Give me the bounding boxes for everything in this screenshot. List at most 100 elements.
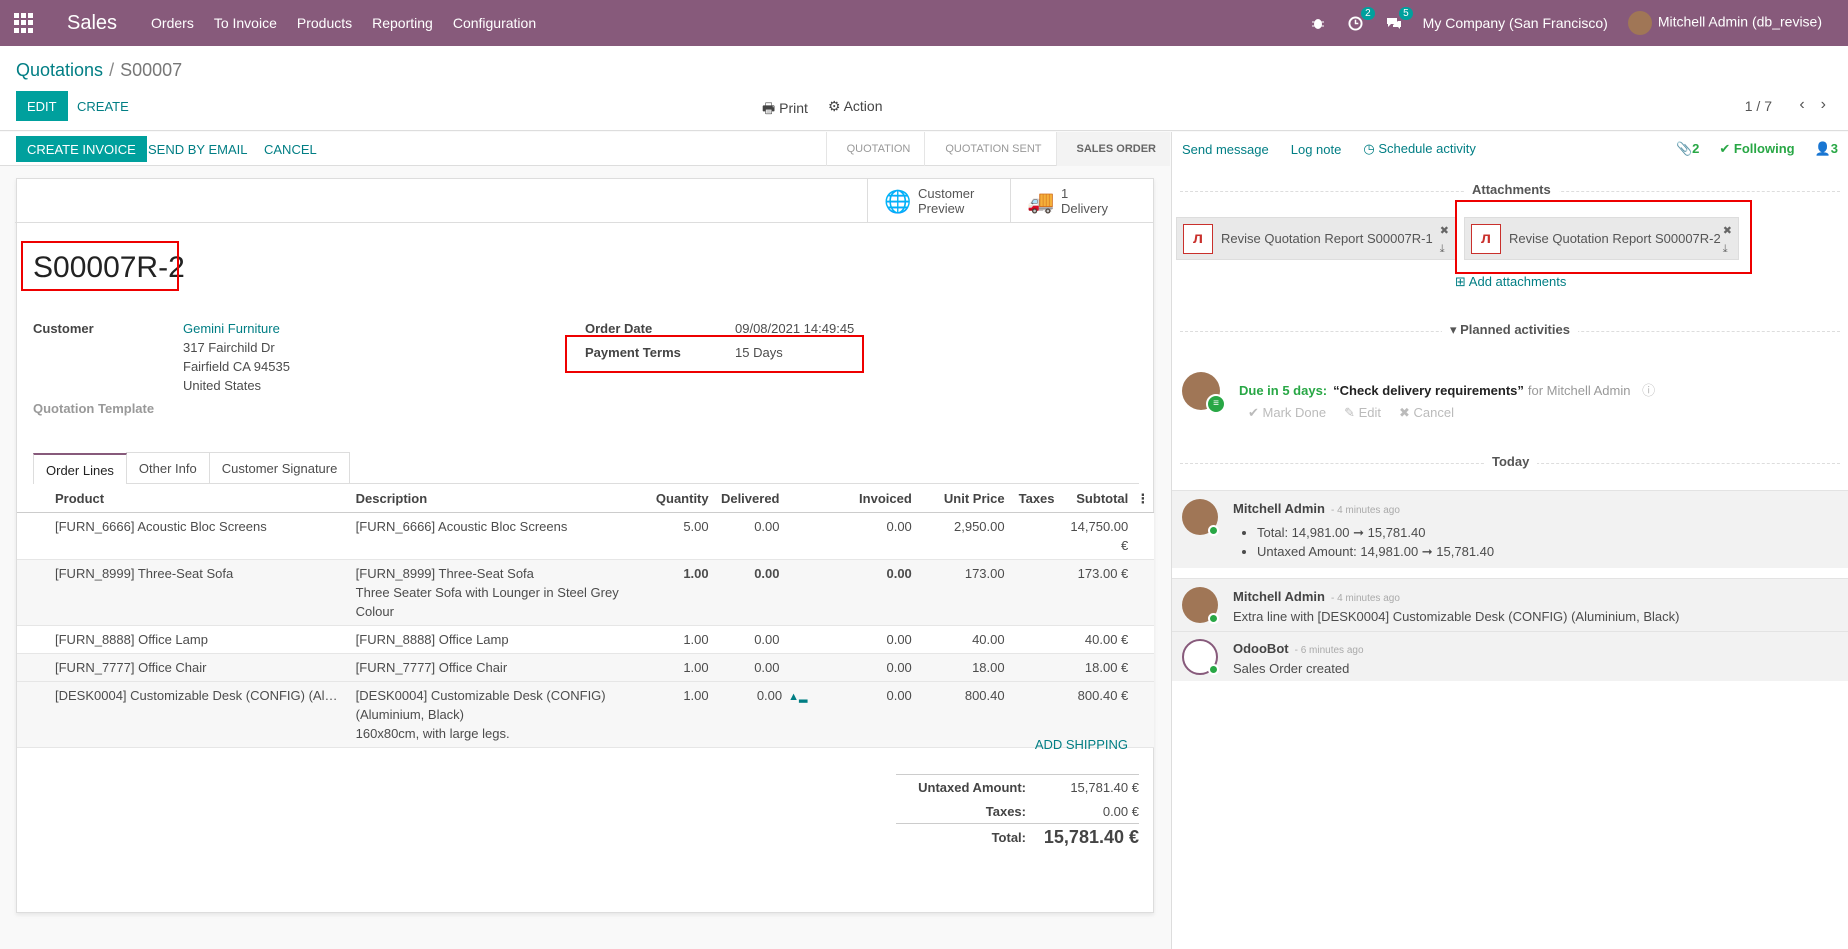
table-row[interactable]: [FURN_6666] Acoustic Bloc Screens [FURN_… [17, 512, 1154, 560]
log-note-button[interactable]: Log note [1291, 142, 1342, 157]
row-description-line2: (Aluminium, Black) [355, 706, 465, 722]
activity-summary: “Check delivery requirements” [1333, 383, 1524, 398]
pager-next-icon[interactable]: › [1821, 96, 1826, 114]
print-menu[interactable]: 🖶 Print [762, 98, 808, 122]
schedule-activity-button[interactable]: ◷ Schedule activity [1363, 141, 1476, 157]
activity-clock-icon[interactable]: 2 [1347, 7, 1375, 32]
row-product: [FURN_8888] Office Lamp [17, 625, 352, 654]
action-menu[interactable]: ⚙ Action [828, 98, 883, 122]
create-button[interactable]: CREATE [77, 91, 129, 121]
row-delivered: 0.00 [712, 653, 808, 682]
row-description-line1: [FURN_8888] Office Lamp [355, 631, 509, 647]
col-subtotal[interactable]: Subtotal [1060, 486, 1133, 513]
row-product: [FURN_7777] Office Chair [17, 653, 352, 682]
attachment-count-button[interactable]: 📎2 [1676, 141, 1699, 157]
table-row[interactable]: [FURN_7777] Office Chair [FURN_7777] Off… [17, 653, 1154, 682]
menu-to-invoice[interactable]: To Invoice [214, 15, 277, 31]
customer-preview-button[interactable]: 🌐 Customer Preview [867, 179, 1010, 223]
cancel-order-button[interactable]: CANCEL [264, 136, 317, 162]
print-label: Print [779, 100, 808, 116]
col-product[interactable]: Product [17, 486, 352, 513]
pager-previous-icon[interactable]: ‹ [1799, 96, 1804, 114]
cancel-activity-button[interactable]: ✖ Cancel [1399, 405, 1454, 421]
attachment-count: 2 [1692, 141, 1700, 156]
add-attachments-button[interactable]: ⊞ Add attachments [1455, 274, 1566, 290]
chatter-followers: 📎2 ✔ Following 👤3 [1676, 141, 1838, 157]
edit-activity-button[interactable]: ✎ Edit [1344, 405, 1381, 421]
mark-done-button[interactable]: ✔ Mark Done [1248, 405, 1326, 421]
column-options-icon[interactable]: ⋮ [1132, 486, 1154, 513]
messages-chat-icon[interactable]: 5 [1385, 7, 1413, 32]
tab-order-lines[interactable]: Order Lines [33, 453, 127, 484]
row-unit-price: 173.00 [915, 559, 1009, 626]
order-lines-table: Product Description Quantity Delivered I… [17, 486, 1154, 748]
delivery-button[interactable]: 🚚 1 Delivery [1010, 179, 1153, 223]
breadcrumb-quotations[interactable]: Quotations [16, 60, 103, 80]
edit-button[interactable]: EDIT [16, 91, 68, 121]
menu-reporting[interactable]: Reporting [372, 15, 433, 31]
pager-value[interactable]: 1 / 7 [1745, 98, 1772, 114]
customer-link[interactable]: Gemini Furniture [183, 319, 280, 338]
tab-customer-signature[interactable]: Customer Signature [208, 452, 351, 483]
activity-due: Due in 5 days: [1239, 383, 1328, 398]
delete-attachment-icon[interactable]: ✖ [1440, 224, 1449, 237]
apps-menu-icon[interactable] [14, 13, 34, 33]
message-author-name: Mitchell Admin [1233, 589, 1325, 604]
col-delivered[interactable]: Delivered [712, 486, 808, 513]
message-author[interactable]: Mitchell Admin - 4 minutes ago [1233, 501, 1400, 516]
user-menu[interactable]: Mitchell Admin (db_revise) [1627, 11, 1822, 35]
message-author[interactable]: Mitchell Admin - 4 minutes ago [1233, 589, 1400, 604]
stage-quotation-sent[interactable]: QUOTATION SENT [924, 132, 1055, 166]
following-button[interactable]: ✔ Following [1719, 141, 1794, 157]
row-delivered: 0.00 ▲▂ [712, 681, 808, 748]
message-body: Extra line with [DESK0004] Customizable … [1233, 609, 1680, 624]
col-taxes[interactable]: Taxes [1008, 486, 1061, 513]
customer-address-line2: Fairfield CA 94535 [183, 359, 290, 374]
activity-summary-line: Due in 5 days: “Check delivery requiremen… [1239, 380, 1655, 399]
create-invoice-button[interactable]: CREATE INVOICE [16, 136, 147, 162]
menu-configuration[interactable]: Configuration [453, 15, 536, 31]
col-invoiced[interactable]: Invoiced [807, 486, 916, 513]
plus-square-icon: ⊞ [1455, 274, 1469, 289]
col-quantity[interactable]: Quantity [640, 486, 713, 513]
menu-products[interactable]: Products [297, 15, 352, 31]
col-description[interactable]: Description [351, 486, 641, 513]
stage-sales-order[interactable]: SALES ORDER [1055, 132, 1170, 166]
tab-other-info[interactable]: Other Info [125, 452, 210, 483]
edit-activity-label: Edit [1358, 405, 1382, 420]
company-switcher[interactable]: My Company (San Francisco) [1423, 15, 1608, 31]
today-title: Today [1484, 454, 1538, 469]
attachment-card-1[interactable]: ᴫ Revise Quotation Report S00007R-1 ✖ ⤓ [1176, 217, 1456, 260]
forecast-chart-icon[interactable]: ▲▂ [788, 691, 807, 703]
message-author[interactable]: OdooBot - 6 minutes ago [1233, 641, 1364, 656]
customer-preview-line2: Preview [918, 201, 965, 216]
download-icon[interactable]: ⤓ [1440, 243, 1449, 256]
activity-type-icon: ≡ [1206, 394, 1226, 414]
planned-activities-toggle[interactable]: ▾ Planned activities [1442, 322, 1578, 338]
total-label: Total: [991, 830, 1026, 845]
clock-icon: ◷ [1363, 141, 1379, 156]
table-row[interactable]: [FURN_8888] Office Lamp [FURN_8888] Offi… [17, 625, 1154, 654]
taxes-value: 0.00 € [1102, 803, 1139, 819]
col-unit-price[interactable]: Unit Price [915, 486, 1009, 513]
followers-button[interactable]: 👤3 [1815, 141, 1838, 157]
quotation-template-label: Quotation Template [33, 401, 155, 416]
row-description: [FURN_7777] Office Chair [351, 653, 641, 682]
chatter-panel: Send message Log note ◷ Schedule activit… [1171, 132, 1848, 949]
app-name[interactable]: Sales [67, 12, 117, 35]
navbar-systray: 2 5 My Company (San Francisco) Mitchell … [1309, 7, 1848, 35]
send-by-email-button[interactable]: SEND BY EMAIL [148, 136, 247, 162]
stage-quotation[interactable]: QUOTATION [825, 132, 925, 166]
debug-bug-icon[interactable] [1309, 14, 1327, 32]
row-spacer [1132, 681, 1154, 748]
table-row[interactable]: [DESK0004] Customizable Desk (CONFIG) (A… [17, 681, 1154, 748]
follower-count: 3 [1830, 141, 1838, 156]
customer-preview-line1: Customer [918, 186, 975, 201]
table-row[interactable]: [FURN_8999] Three-Seat Sofa [FURN_8999] … [17, 559, 1154, 626]
add-shipping-button[interactable]: ADD SHIPPING [1035, 737, 1128, 752]
info-circle-icon[interactable]: ⓘ [1642, 383, 1655, 398]
send-message-button[interactable]: Send message [1182, 142, 1269, 157]
menu-orders[interactable]: Orders [151, 15, 194, 31]
online-status-icon [1208, 664, 1219, 675]
truck-icon: 🚚 [1027, 188, 1055, 214]
